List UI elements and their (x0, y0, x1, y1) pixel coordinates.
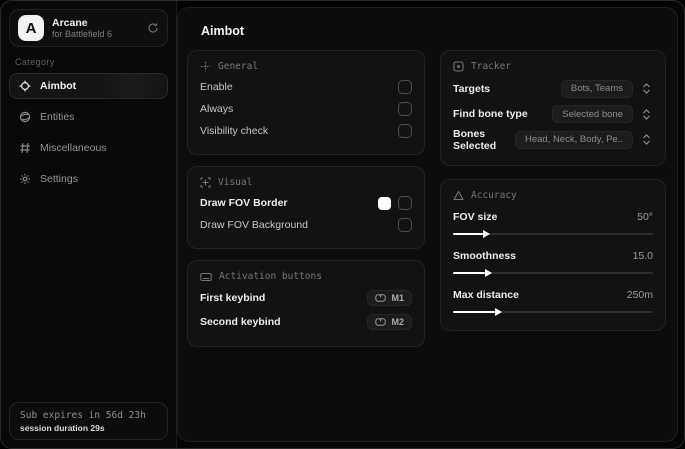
always-checkbox[interactable] (398, 102, 412, 116)
visual-icon (200, 177, 211, 188)
enable-checkbox[interactable] (398, 80, 412, 94)
fov-size-slider[interactable] (453, 228, 653, 240)
find-bone-type-select[interactable]: Selected bone (552, 105, 633, 124)
sidebar-item-label: Entities (40, 111, 75, 123)
card-title: General (218, 61, 259, 72)
sidebar-item-entities[interactable]: Entities (9, 104, 168, 130)
card-title: Activation buttons (219, 271, 322, 282)
card-title: Visual (218, 177, 253, 188)
activation-card: Activation buttons First keybind M1 Seco… (187, 260, 425, 347)
second-keybind-button[interactable]: M2 (367, 314, 412, 330)
sidebar-item-aimbot[interactable]: Aimbot (9, 73, 168, 99)
app-subtitle: for Battlefield 6 (52, 28, 113, 39)
category-label: Category (15, 57, 55, 67)
setting-label: Always (200, 103, 234, 115)
tracker-row-targets: Targets Bots, Teams (453, 76, 653, 102)
general-icon (200, 61, 211, 72)
tracker-row-bones-selected: Bones Selected Head, Neck, Body, Pe.. (453, 127, 653, 153)
sub-expiry-text: Sub expires in 56d 23h (20, 409, 146, 421)
subscription-card: Sub expires in 56d 23h session duration … (9, 402, 168, 440)
tracker-row-find-bone: Find bone type Selected bone (453, 102, 653, 128)
targets-select[interactable]: Bots, Teams (560, 79, 633, 98)
grid-icon (19, 142, 31, 154)
slider-label: FOV size (453, 210, 498, 223)
bones-selected-select[interactable]: Head, Neck, Body, Pe.. (514, 130, 633, 149)
fov-border-checkbox[interactable] (398, 196, 412, 210)
slider-row-smoothness: Smoothness 15.0 (453, 247, 653, 279)
sidebar-item-settings[interactable]: Settings (9, 166, 168, 192)
sidebar-nav: Aimbot Entities Miscellaneous Settings (1, 73, 176, 192)
mouse-icon (375, 318, 387, 326)
card-title: Accuracy (471, 189, 517, 201)
accuracy-card: Accuracy FOV size 50° Smoothness 15.0 Ma… (440, 178, 666, 331)
general-card: General Enable Always Visibility check (187, 50, 425, 155)
keyboard-icon (200, 272, 212, 282)
card-title: Tracker (471, 61, 512, 72)
setting-row-enable: Enable (200, 76, 412, 98)
slider-row-max-distance: Max distance 250m (453, 286, 653, 318)
setting-label: Draw FOV Background (200, 219, 308, 231)
crosshair-icon (19, 80, 31, 92)
fov-border-color-swatch[interactable] (378, 196, 391, 210)
tracker-label: Find bone type (453, 108, 528, 121)
page-title: Aimbot (201, 24, 245, 38)
app-window: A Arcane for Battlefield 6 Category Aimb… (0, 0, 685, 449)
sidebar: A Arcane for Battlefield 6 Category Aimb… (1, 1, 177, 448)
keybind-row-second: Second keybind M2 (200, 310, 412, 334)
keybind-label: Second keybind (200, 316, 281, 328)
slider-value: 250m (626, 288, 653, 301)
main-panel: Aimbot General Enable Always Visibility … (177, 7, 678, 442)
setting-label: Enable (200, 81, 233, 93)
setting-label: Draw FOV Border (200, 197, 288, 209)
refresh-icon[interactable] (147, 22, 159, 34)
keybind-row-first: First keybind M1 (200, 286, 412, 310)
chevron-up-down-icon[interactable] (640, 81, 653, 96)
app-name: Arcane (52, 16, 88, 29)
sidebar-item-label: Miscellaneous (40, 142, 107, 154)
fov-background-checkbox[interactable] (398, 218, 412, 232)
max-distance-slider[interactable] (453, 306, 653, 318)
setting-row-visibility-check: Visibility check (200, 120, 412, 142)
keybind-label: First keybind (200, 292, 266, 304)
setting-label: Visibility check (200, 125, 269, 137)
smoothness-slider[interactable] (453, 267, 653, 279)
first-keybind-button[interactable]: M1 (367, 290, 412, 306)
keybind-value: M2 (391, 317, 404, 327)
session-duration-text: session duration 29s (20, 422, 105, 433)
mouse-icon (375, 294, 387, 302)
tracker-icon (453, 61, 464, 72)
slider-label: Max distance (453, 288, 519, 301)
setting-row-always: Always (200, 98, 412, 120)
slider-label: Smoothness (453, 249, 517, 262)
accuracy-icon (453, 190, 464, 201)
setting-row-fov-border: Draw FOV Border (200, 192, 412, 214)
gear-icon (19, 173, 31, 185)
app-header-card: A Arcane for Battlefield 6 (9, 9, 168, 47)
setting-row-fov-background: Draw FOV Background (200, 214, 412, 236)
slider-value: 15.0 (632, 249, 653, 262)
chevron-up-down-icon[interactable] (640, 107, 653, 122)
app-logo: A (18, 15, 44, 41)
visibility-check-checkbox[interactable] (398, 124, 412, 138)
sidebar-item-miscellaneous[interactable]: Miscellaneous (9, 135, 168, 161)
visual-card: Visual Draw FOV Border Draw FOV Backgrou… (187, 166, 425, 249)
tracker-label: Bones Selected (453, 127, 497, 152)
sidebar-item-label: Settings (40, 173, 78, 185)
tracker-card: Tracker Targets Bots, Teams Find bone ty… (440, 50, 666, 166)
slider-row-fov-size: FOV size 50° (453, 208, 653, 240)
entities-icon (19, 111, 31, 123)
sidebar-item-label: Aimbot (40, 80, 77, 92)
tracker-label: Targets (453, 82, 491, 95)
slider-value: 50° (637, 210, 653, 223)
app-meta: Arcane for Battlefield 6 (52, 17, 139, 39)
chevron-up-down-icon[interactable] (640, 132, 653, 147)
keybind-value: M1 (391, 293, 404, 303)
